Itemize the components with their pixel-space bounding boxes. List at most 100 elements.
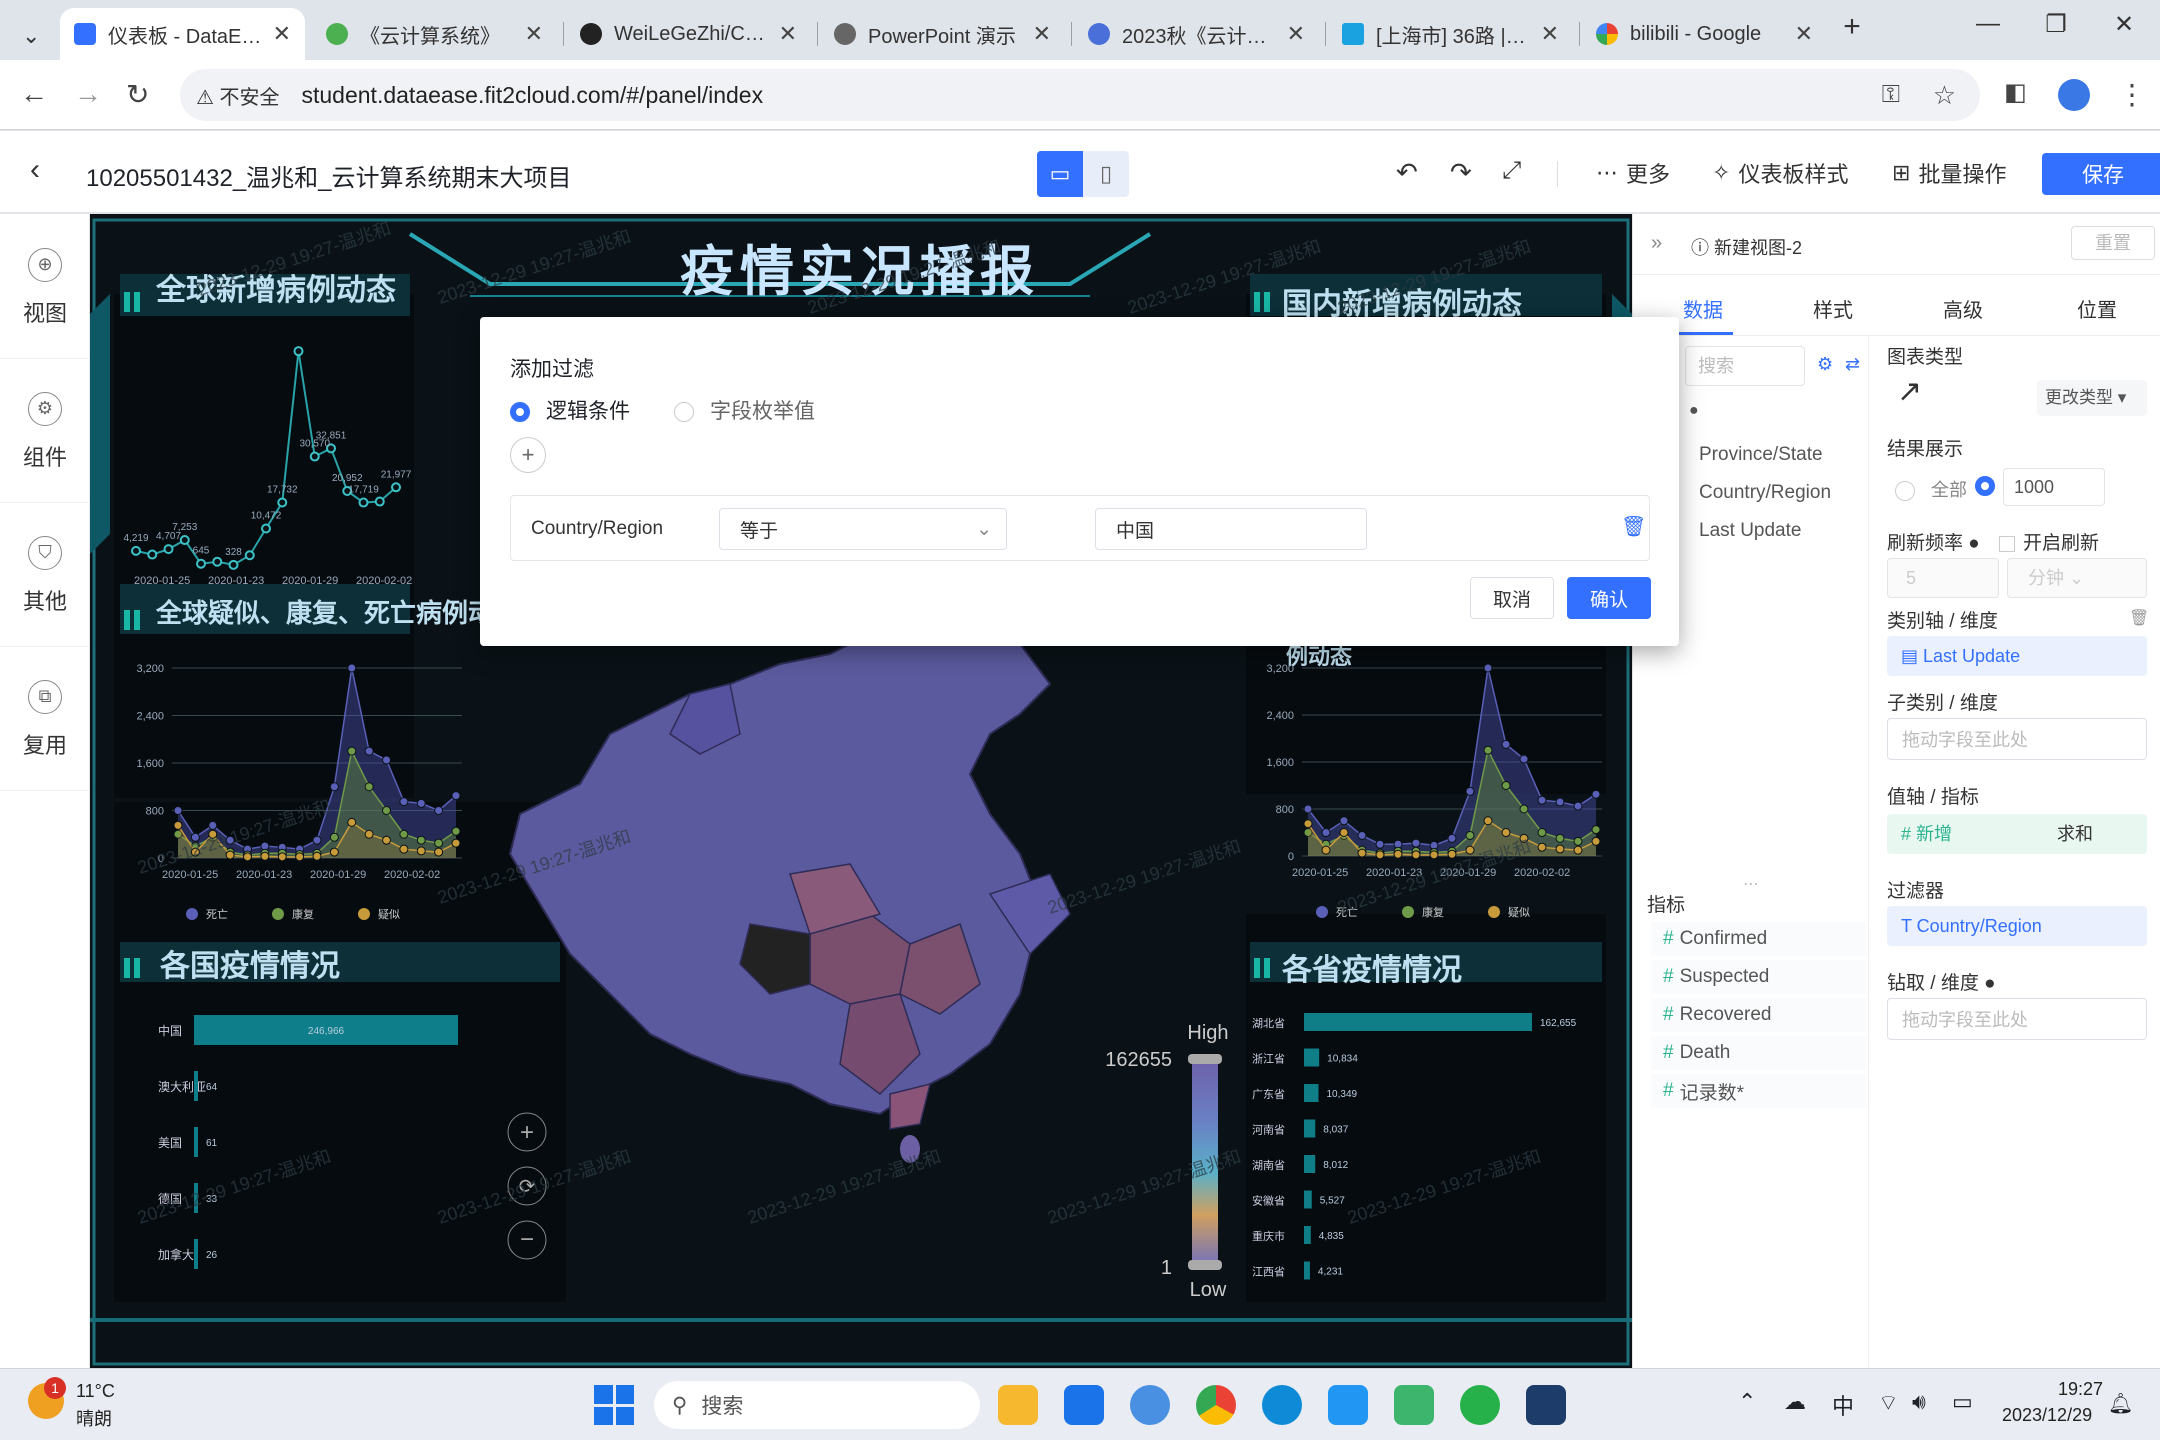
settings-icon[interactable]: ⚙ — [1817, 354, 1833, 375]
minimize-window-button[interactable]: — — [1958, 10, 2018, 38]
result-all-radio[interactable]: 全部 — [1895, 476, 1967, 502]
close-tab-icon[interactable]: ✕ — [525, 21, 543, 47]
cloud-icon[interactable]: ☁ — [1784, 1389, 1806, 1415]
back-icon[interactable]: ← — [20, 78, 48, 110]
volume-icon[interactable]: 🔊︎ — [1912, 1389, 1926, 1415]
filter-field[interactable]: T Country/Region — [1887, 906, 2147, 946]
save-button[interactable]: 保存 — [2042, 153, 2160, 195]
close-window-button[interactable]: ✕ — [2094, 10, 2154, 39]
browser-tab-bus[interactable]: [上海市] 36路 | 卢 ✕ — [1328, 8, 1573, 60]
collapse-panel-icon[interactable]: » — [1651, 232, 1662, 255]
taskbar-search[interactable]: ⚲ 搜索 — [654, 1381, 980, 1429]
drag-divider-icon[interactable]: ⋯ — [1743, 874, 1759, 894]
tab-data[interactable]: 数据 — [1683, 294, 1723, 323]
drill-dropzone[interactable]: 拖动字段至此处 — [1887, 998, 2147, 1040]
close-tab-icon[interactable]: ✕ — [273, 21, 291, 47]
restore-window-button[interactable]: ❐ — [2026, 10, 2086, 39]
change-type-button[interactable]: 更改类型 ▾ — [2037, 380, 2147, 416]
app-icon[interactable] — [1328, 1385, 1368, 1425]
dimension-country[interactable]: Country/Region — [1693, 476, 1893, 510]
tab-style[interactable]: 样式 — [1813, 294, 1853, 323]
onedrive-icon[interactable] — [1130, 1385, 1170, 1425]
new-tab-button[interactable]: + — [1822, 10, 1882, 44]
url-omnibox[interactable]: ⚠ 不安全 student.dataease.fit2cloud.com/#/p… — [180, 69, 1980, 121]
result-count-input[interactable]: 1000 — [2003, 468, 2105, 506]
confirm-button[interactable]: 确认 — [1567, 577, 1651, 619]
reset-button[interactable]: 重置 — [2071, 226, 2155, 260]
wifi-icon[interactable]: ⌔ — [1878, 1389, 1899, 1417]
windows-start-icon[interactable] — [594, 1385, 634, 1425]
nav-component[interactable]: ⚙ 组件 — [0, 392, 90, 472]
tray-chevron-icon[interactable]: ⌃ — [1738, 1389, 1756, 1415]
add-condition-button[interactable]: + — [510, 437, 546, 473]
clock-time[interactable]: 19:27 — [2058, 1379, 2103, 1400]
mobile-view-icon[interactable]: ▯ — [1083, 151, 1129, 197]
result-count-radio[interactable] — [1975, 476, 1995, 496]
more-button[interactable]: ⋯ 更多 — [1596, 157, 1670, 189]
measure-death[interactable]: # Death — [1651, 1036, 1866, 1070]
mail-icon[interactable] — [1064, 1385, 1104, 1425]
nav-view[interactable]: ⊕ 视图 — [0, 248, 90, 328]
file-explorer-icon[interactable] — [998, 1385, 1038, 1425]
radio-logic-condition[interactable]: 逻辑条件 — [510, 395, 630, 425]
browser-tab-cloud-course[interactable]: 《云计算系统》 ✕ — [312, 8, 557, 60]
bookmark-star-icon[interactable]: ☆ — [1933, 80, 1956, 111]
delete-condition-icon[interactable]: 🗑 — [1621, 514, 1646, 539]
refresh-interval-input[interactable]: 5 — [1887, 558, 1999, 598]
condition-value-input[interactable]: 中国 — [1095, 508, 1367, 550]
app-icon[interactable] — [1526, 1385, 1566, 1425]
close-tab-icon[interactable]: ✕ — [779, 21, 797, 47]
refresh-unit-select[interactable]: 分钟 ⌄ — [2007, 558, 2147, 598]
sub-category-dropzone[interactable]: 拖动字段至此处 — [1887, 718, 2147, 760]
forward-icon[interactable]: → — [74, 78, 102, 110]
tab-search-button[interactable]: ⌄ — [8, 10, 54, 62]
close-tab-icon[interactable]: ✕ — [1541, 21, 1559, 47]
password-key-icon[interactable]: ⚿ — [1882, 81, 1900, 109]
batch-operation-button[interactable]: ⊞ 批量操作 — [1892, 157, 2006, 189]
field-search-input[interactable]: 搜索 — [1685, 346, 1805, 386]
chrome-icon[interactable] — [1196, 1385, 1236, 1425]
browser-menu-icon[interactable]: ⋮ — [2118, 78, 2146, 111]
browser-tab-github[interactable]: WeiLeGeZhi/Clou ✕ — [566, 8, 811, 60]
browser-tab-dataease[interactable]: 仪表板 - DataEase ✕ — [60, 8, 305, 60]
measure-recovered[interactable]: # Recovered — [1651, 998, 1866, 1032]
profile-avatar[interactable] — [2058, 79, 2090, 111]
close-tab-icon[interactable]: ✕ — [1287, 21, 1305, 47]
browser-tab-bilibili[interactable]: bilibili - Google ✕ — [1582, 8, 1827, 60]
measure-record-count[interactable]: # 记录数* — [1651, 1074, 1866, 1108]
radio-field-enum[interactable]: 字段枚举值 — [674, 395, 815, 425]
line-chart-icon[interactable]: ↗ — [1897, 374, 1922, 409]
nav-other[interactable]: ⛉ 其他 — [0, 536, 90, 616]
dimension-province[interactable]: Province/State — [1693, 438, 1893, 472]
fullscreen-icon[interactable]: ⤢ — [1502, 157, 1521, 185]
category-axis-field[interactable]: ▤ Last Update — [1887, 636, 2147, 676]
finance-app-icon[interactable] — [1394, 1385, 1434, 1425]
operator-select[interactable]: 等于 ⌄ — [719, 508, 1007, 550]
measure-suspected[interactable]: # Suspected — [1651, 960, 1866, 994]
side-panel-icon[interactable]: ◧ — [2004, 78, 2027, 107]
close-tab-icon[interactable]: ✕ — [1795, 21, 1813, 47]
wechat-icon[interactable] — [1460, 1385, 1500, 1425]
measure-confirmed[interactable]: # Confirmed — [1651, 922, 1866, 956]
dimension-last-update[interactable]: Last Update — [1693, 514, 1893, 548]
reload-icon[interactable]: ↻ — [126, 78, 149, 111]
browser-tab-powerpoint[interactable]: PowerPoint 演示 ✕ — [820, 8, 1065, 60]
nav-reuse[interactable]: ⧉ 复用 — [0, 680, 90, 760]
auto-refresh-checkbox[interactable]: 开启刷新 — [1999, 528, 2099, 555]
cancel-button[interactable]: 取消 — [1470, 577, 1554, 619]
notification-bell-icon[interactable]: 🔔︎ — [2108, 1391, 2133, 1416]
close-tab-icon[interactable]: ✕ — [1033, 21, 1051, 47]
tab-position[interactable]: 位置 — [2077, 294, 2117, 323]
tab-advanced[interactable]: 高级 — [1943, 294, 1983, 323]
ime-indicator[interactable]: 中 — [1832, 1389, 1854, 1421]
undo-icon[interactable]: ↶ — [1396, 157, 1418, 188]
security-warning[interactable]: ⚠ 不安全 — [196, 81, 280, 110]
desktop-view-icon[interactable]: ▭ — [1037, 151, 1083, 197]
back-arrow-icon[interactable]: ‹ — [30, 153, 40, 187]
value-axis-field[interactable]: # 新增 求和 — [1887, 814, 2147, 854]
dashboard-style-button[interactable]: ✧ 仪表板样式 — [1712, 157, 1848, 189]
browser-tab-2023-course[interactable]: 2023秋《云计算系 ✕ — [1074, 8, 1319, 60]
swap-icon[interactable]: ⇄ — [1845, 354, 1860, 375]
clock-date[interactable]: 2023/12/29 — [2002, 1405, 2092, 1426]
battery-icon[interactable]: ▭ — [1952, 1389, 1973, 1415]
